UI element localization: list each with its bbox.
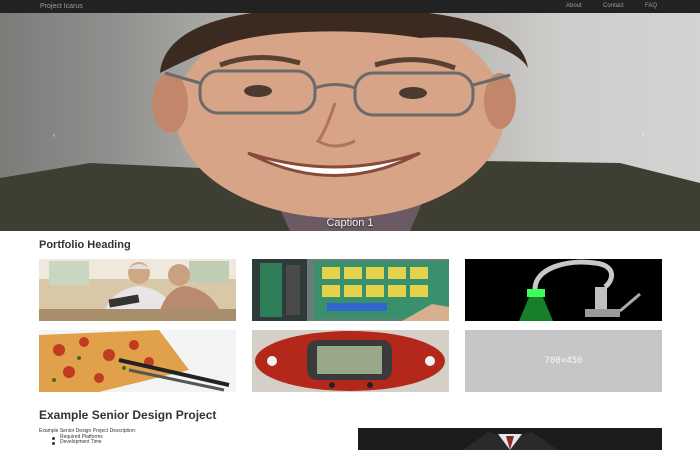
- portfolio-thumb-placeholder[interactable]: 700×450: [465, 330, 662, 392]
- example-project-heading: Example Senior Design Project: [39, 408, 217, 422]
- hero-carousel[interactable]: ‹ › Caption 1: [0, 13, 700, 231]
- carousel-prev-control[interactable]: ‹: [53, 133, 55, 139]
- portfolio-thumb-handheld-game[interactable]: [252, 330, 449, 392]
- example-project-image: [358, 428, 662, 450]
- portfolio-thumb-elderly-couple[interactable]: [39, 259, 236, 321]
- navbar-brand[interactable]: Project Icarus: [40, 1, 83, 12]
- top-navbar: Project Icarus About Contact FAQ: [0, 0, 700, 13]
- hero-portrait-image: [0, 13, 700, 231]
- nav-link-contact[interactable]: Contact: [603, 1, 624, 12]
- portfolio-thumb-led-faucet[interactable]: [465, 259, 662, 321]
- nav-link-faq[interactable]: FAQ: [645, 1, 657, 12]
- example-project-bullets: Required Platforms Development Time: [52, 435, 103, 445]
- carousel-caption: Caption 1: [326, 217, 374, 229]
- portfolio-thumb-pizza[interactable]: [39, 330, 236, 392]
- nav-link-about[interactable]: About: [566, 1, 582, 12]
- list-item: Development Time: [52, 439, 102, 445]
- carousel-next-control[interactable]: ›: [642, 133, 644, 139]
- portfolio-heading: Portfolio Heading: [39, 239, 131, 251]
- portfolio-thumb-vending-kiosk[interactable]: [252, 259, 449, 321]
